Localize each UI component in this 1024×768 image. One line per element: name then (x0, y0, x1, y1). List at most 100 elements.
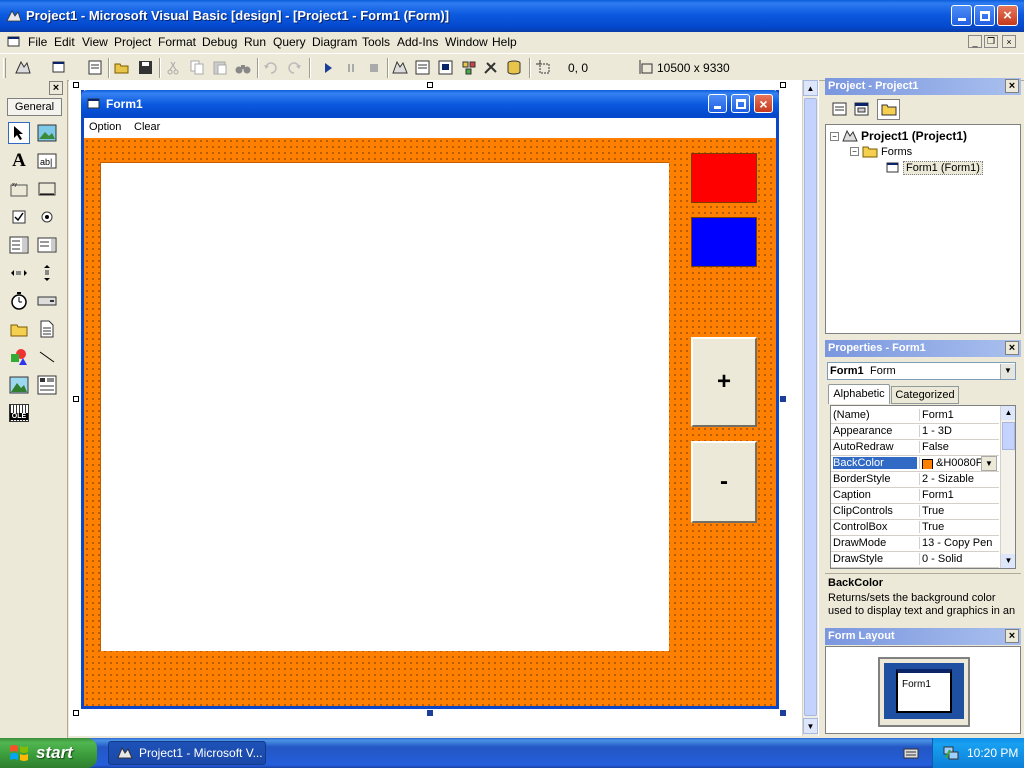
image-tool[interactable] (8, 374, 30, 396)
chevron-down-icon[interactable]: ▼ (981, 456, 997, 471)
add-form-icon[interactable] (50, 59, 68, 76)
red-color-swatch[interactable] (691, 153, 757, 203)
minimize-button[interactable] (951, 5, 972, 26)
blue-color-swatch[interactable] (691, 217, 757, 267)
resize-handle[interactable] (73, 710, 79, 716)
property-row[interactable]: Appearance 1 - 3D (831, 424, 999, 440)
paste-icon[interactable] (211, 59, 229, 76)
property-row[interactable]: Caption Form1 (831, 488, 999, 504)
scroll-up-button[interactable]: ▲ (803, 80, 818, 96)
menu-format[interactable]: Format (158, 35, 196, 49)
drawing-picturebox[interactable] (100, 162, 669, 651)
pointer-tool[interactable] (8, 122, 30, 144)
toggle-folders-button[interactable] (877, 99, 900, 120)
arrow-down-icon[interactable]: ▼ (1001, 554, 1015, 568)
menu-window[interactable]: Window (445, 35, 488, 49)
menu-tools[interactable]: Tools (362, 35, 390, 49)
toolbox-close-button[interactable]: × (49, 81, 63, 95)
resize-handle[interactable] (73, 82, 79, 88)
frame-tool[interactable]: xy (8, 178, 30, 200)
tab-alphabetic[interactable]: Alphabetic (828, 384, 890, 404)
form-minimize-button[interactable] (708, 94, 727, 113)
menu-query[interactable]: Query (273, 35, 306, 49)
view-object-icon[interactable] (853, 101, 871, 117)
plus-button[interactable]: + (691, 337, 757, 427)
data-tool[interactable] (36, 374, 58, 396)
scroll-thumb[interactable] (1002, 422, 1015, 450)
tree-form1-item[interactable]: Form1 (Form1) (886, 161, 983, 175)
resize-handle[interactable] (780, 710, 786, 716)
cut-icon[interactable] (164, 59, 182, 76)
break-icon[interactable] (342, 59, 360, 76)
redo-icon[interactable] (285, 59, 303, 76)
checkbox-tool[interactable] (8, 206, 30, 228)
property-row-backcolor[interactable]: BackColor &H0080FF& ▼ (831, 456, 999, 472)
menu-file[interactable]: File (28, 35, 47, 49)
form-menu-option[interactable]: Option (89, 121, 121, 133)
form1-client-area[interactable]: + - (84, 138, 776, 706)
menu-debug[interactable]: Debug (202, 35, 237, 49)
resize-handle[interactable] (780, 396, 786, 402)
undo-icon[interactable] (262, 59, 280, 76)
form-maximize-button[interactable] (731, 94, 750, 113)
menu-diagram[interactable]: Diagram (312, 35, 357, 49)
collapse-icon[interactable]: − (850, 147, 859, 156)
optionbutton-tool[interactable] (36, 206, 58, 228)
resize-handle[interactable] (427, 82, 433, 88)
object-browser-icon[interactable] (460, 59, 478, 76)
vscrollbar-tool[interactable] (36, 262, 58, 284)
copy-icon[interactable] (188, 59, 206, 76)
start-run-icon[interactable] (319, 59, 337, 76)
form-menu-clear[interactable]: Clear (134, 121, 160, 133)
menu-view[interactable]: View (82, 35, 108, 49)
minus-button[interactable]: - (691, 441, 757, 523)
form-position-preview[interactable]: Form1 (896, 669, 952, 713)
data-view-icon[interactable] (505, 59, 523, 76)
project-explorer-close-button[interactable]: × (1005, 79, 1019, 93)
label-tool[interactable]: A (8, 150, 30, 172)
keyboard-icon[interactable] (903, 746, 919, 760)
property-row[interactable]: DrawMode 13 - Copy Pen (831, 536, 999, 552)
drivelistbox-tool[interactable] (36, 290, 58, 312)
designer-vertical-scrollbar[interactable]: ▲ ▼ (802, 80, 818, 736)
property-grid-scrollbar[interactable]: ▲ ▼ (1000, 406, 1015, 568)
toolbox-icon[interactable] (482, 59, 500, 76)
project-explorer-icon[interactable] (391, 59, 409, 76)
open-folder-icon[interactable] (113, 59, 131, 76)
chevron-down-icon[interactable]: ▼ (1000, 364, 1015, 379)
property-row[interactable]: DrawStyle 0 - Solid (831, 552, 999, 568)
form-layout-close-button[interactable]: × (1005, 629, 1019, 643)
property-row[interactable]: (Name) Form1 (831, 408, 999, 424)
clock[interactable]: 10:20 PM (967, 746, 1018, 760)
menu-run[interactable]: Run (244, 35, 266, 49)
menu-add-ins[interactable]: Add-Ins (397, 35, 438, 49)
menu-project[interactable]: Project (114, 35, 151, 49)
toolbox-general-tab[interactable]: General (7, 98, 62, 116)
object-selector-dropdown[interactable]: Form1 Form ▼ (827, 362, 1016, 380)
menu-help[interactable]: Help (492, 35, 517, 49)
listbox-tool[interactable] (36, 234, 58, 256)
network-icon[interactable] (943, 745, 959, 761)
hscrollbar-tool[interactable] (8, 262, 30, 284)
form-layout-icon[interactable] (437, 59, 455, 76)
resize-handle[interactable] (73, 396, 79, 402)
tree-forms-folder[interactable]: − Forms (850, 145, 912, 158)
timer-tool[interactable] (8, 290, 30, 312)
line-tool[interactable] (36, 346, 58, 368)
commandbutton-tool[interactable] (36, 178, 58, 200)
mdi-close-button[interactable]: × (1002, 35, 1016, 48)
form-close-button[interactable]: × (754, 94, 773, 113)
menu-edit[interactable]: Edit (54, 35, 75, 49)
arrow-up-icon[interactable]: ▲ (1001, 406, 1015, 420)
view-code-icon[interactable] (831, 101, 849, 117)
mdi-restore-button[interactable]: ❐ (984, 35, 998, 48)
add-project-icon[interactable] (14, 59, 32, 76)
end-icon[interactable] (365, 59, 383, 76)
properties-close-button[interactable]: × (1005, 341, 1019, 355)
maximize-button[interactable] (974, 5, 995, 26)
form1-window[interactable]: Form1 × Option Clear + - (81, 90, 779, 709)
scroll-thumb[interactable] (804, 98, 817, 716)
property-row[interactable]: ClipControls True (831, 504, 999, 520)
scroll-down-button[interactable]: ▼ (803, 718, 818, 734)
menu-editor-icon[interactable] (86, 59, 104, 76)
